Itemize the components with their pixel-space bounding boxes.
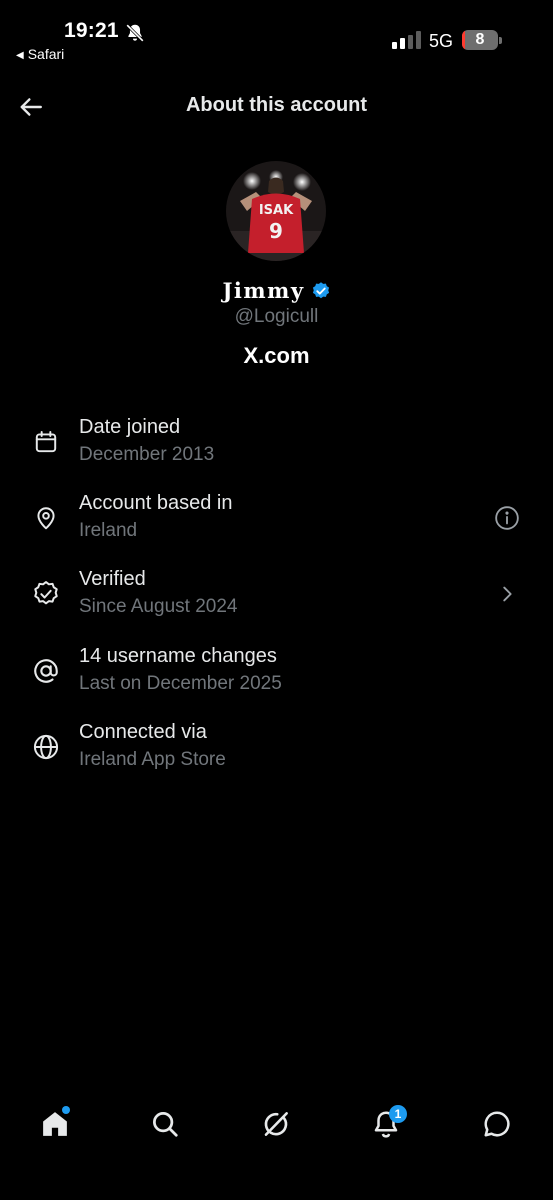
verified-badge-icon	[30, 578, 62, 610]
info-connected-via: Connected via Ireland App Store	[0, 721, 553, 781]
nav-messages[interactable]	[477, 1104, 517, 1144]
calendar-icon	[30, 426, 62, 458]
info-value: December 2013	[79, 444, 215, 465]
battery-level: 8	[475, 31, 485, 48]
grok-icon	[264, 1112, 288, 1136]
location-pin-icon	[30, 502, 62, 534]
avatar-jersey-name: ISAK	[259, 203, 294, 218]
network-type: 5G	[429, 31, 454, 51]
info-value: Ireland	[79, 520, 138, 541]
info-icon[interactable]	[491, 502, 523, 534]
back-to-safari[interactable]: ◀ Safari	[16, 46, 64, 62]
info-verified[interactable]: Verified Since August 2024	[0, 568, 553, 628]
info-label: Connected via	[79, 721, 207, 743]
page-title: About this account	[185, 94, 368, 116]
status-time: 19:21	[64, 19, 119, 42]
info-date-joined: Date joined December 2013	[0, 416, 553, 476]
display-name: Jimmy	[222, 278, 305, 303]
nav-home[interactable]	[35, 1104, 75, 1144]
battery-icon: 8	[462, 30, 498, 50]
info-label: Date joined	[79, 416, 181, 438]
info-label: 14 username changes	[79, 645, 277, 667]
info-label: Verified	[79, 568, 146, 590]
chevron-right-icon	[491, 578, 523, 610]
info-username-changes: 14 username changes Last on December 202…	[0, 645, 553, 705]
signal-icon	[392, 31, 421, 49]
globe-icon	[30, 731, 62, 763]
nav-search[interactable]	[145, 1104, 185, 1144]
site-label: X.com	[243, 343, 310, 368]
nav-grok[interactable]	[256, 1104, 296, 1144]
avatar-image: ISAK 9	[226, 161, 326, 261]
avatar[interactable]: ISAK 9	[226, 161, 326, 261]
info-value: Last on December 2025	[79, 673, 282, 694]
info-value: Ireland App Store	[79, 749, 226, 770]
info-account-based-in: Account based in Ireland	[0, 492, 553, 552]
name-row: Jimmy	[0, 278, 553, 303]
messages-icon	[484, 1111, 510, 1137]
search-icon	[153, 1112, 178, 1137]
battery-nub	[499, 37, 502, 44]
bottom-nav: 1	[0, 1096, 553, 1156]
info-value: Since August 2024	[79, 596, 238, 617]
nav-notifications[interactable]: 1	[366, 1104, 407, 1144]
home-new-dot	[62, 1106, 70, 1114]
back-triangle-icon: ◀	[16, 50, 24, 61]
back-app-label: Safari	[27, 46, 65, 62]
info-label: Account based in	[79, 492, 233, 514]
notifications-badge: 1	[389, 1105, 407, 1123]
status-bar: 19:21 ◀ Safari 5G 8	[0, 0, 553, 72]
at-sign-icon	[30, 655, 62, 687]
avatar-jersey-number: 9	[269, 219, 283, 243]
handle: @Logicull	[234, 306, 319, 327]
verified-badge-icon	[312, 281, 329, 298]
bell-slash-icon	[126, 24, 144, 42]
